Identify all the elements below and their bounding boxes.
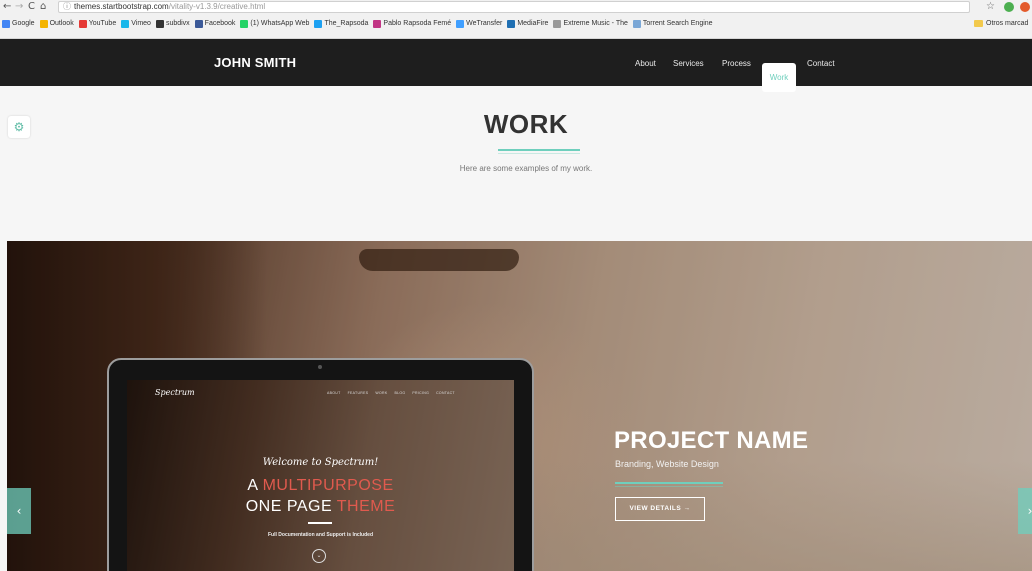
laptop-screen: Spectrum ABOUT FEATURES WORK BLOG PRICIN… (127, 380, 514, 571)
bookmark-item[interactable]: Outlook (39, 19, 74, 28)
mockup-headline-2-b: THEME (336, 498, 396, 515)
bookmark-label: The_Rapsoda (324, 20, 369, 27)
url-host: themes.startbootstrap.com (74, 2, 169, 11)
reload-icon[interactable]: C (28, 0, 35, 13)
bookmark-item[interactable]: Facebook (194, 19, 236, 28)
carousel-next-button[interactable]: › (1018, 488, 1032, 534)
bookmark-label: MediaFire (517, 20, 549, 27)
nav-link-work[interactable]: Work (762, 63, 796, 92)
mockup-headline-1-a: A (247, 477, 263, 494)
project-categories: Branding, Website Design (615, 459, 719, 469)
bookmark-favicon-icon (39, 19, 48, 28)
address-bar[interactable]: ⓘ themes.startbootstrap.com/vitality-v1.3… (58, 1, 970, 13)
bookmark-favicon-icon (632, 19, 641, 28)
carousel-prev-button[interactable]: ‹ (7, 488, 31, 534)
extension-icon[interactable] (1004, 2, 1014, 12)
info-icon[interactable]: ⓘ (63, 2, 71, 11)
bookmark-item[interactable]: YouTube (78, 19, 117, 28)
laptop-camera (318, 365, 322, 369)
mockup-nav-item: FEATURES (347, 391, 369, 395)
bookmark-label: Google (12, 20, 35, 27)
bookmark-favicon-icon (2, 19, 10, 28)
bookmark-favicon-icon (314, 19, 323, 28)
back-arrow-icon[interactable]: ← (3, 0, 11, 13)
mockup-nav-item: WORK (375, 391, 388, 395)
bookmark-favicon-icon (373, 19, 382, 28)
nav-link-services[interactable]: Services (673, 59, 704, 69)
mockup-welcome: Welcome to Spectrum! (262, 457, 379, 468)
mockup-headline-2-a: ONE PAGE (245, 498, 337, 515)
bookmark-favicon-icon (121, 19, 130, 28)
bookmark-label: Extreme Music - The (563, 20, 628, 27)
mockup-nav-item: CONTACT (436, 391, 455, 395)
bookmark-favicon-icon (155, 19, 164, 28)
mockup-nav-item: ABOUT (327, 391, 341, 395)
mockup-nav: ABOUT FEATURES WORK BLOG PRICING CONTACT (327, 391, 462, 396)
nav-link-process[interactable]: Process (722, 59, 751, 69)
title-divider (498, 149, 580, 151)
extension-icon[interactable] (1020, 2, 1030, 12)
bookmark-item[interactable]: MediaFire (507, 19, 548, 28)
bookmark-favicon-icon (78, 19, 87, 28)
bookmark-label: Pablo Rapsoda Femé (383, 20, 452, 27)
url-path: /vitality-v1.3.9/creative.html (168, 2, 266, 11)
bookmark-item[interactable]: subdivx (155, 19, 190, 28)
bookmark-favicon-icon (194, 19, 203, 28)
project-divider (615, 482, 723, 484)
bookmark-item[interactable]: Pablo Rapsoda Femé (373, 19, 451, 28)
nav-link-about[interactable]: About (635, 59, 656, 69)
bookmark-item[interactable]: The_Rapsoda (314, 19, 368, 28)
bookmark-label: YouTube (88, 20, 117, 27)
bookmark-item[interactable]: Extreme Music - The (553, 19, 628, 28)
mockup-divider (308, 522, 332, 524)
bookmark-item[interactable]: Google (2, 19, 35, 28)
laptop-mockup: Spectrum ABOUT FEATURES WORK BLOG PRICIN… (107, 358, 534, 571)
mockup-logo: Spectrum (155, 388, 195, 397)
bookmark-star-icon[interactable]: ☆ (986, 0, 995, 13)
mockup-headline-1-b: MULTIPURPOSE (262, 477, 394, 494)
mockup-nav-item: BLOG (394, 391, 406, 395)
bookmark-label: WeTransfer (466, 20, 503, 27)
bookmark-label: Vimeo (131, 20, 151, 27)
bookmark-label: Outlook (49, 20, 74, 27)
forward-arrow-icon[interactable]: → (15, 0, 23, 13)
section-title: WORK (483, 109, 569, 139)
bookmark-favicon-icon (553, 19, 562, 28)
nav-link-contact[interactable]: Contact (807, 59, 835, 69)
scroll-down-icon: ⌄ (312, 549, 326, 563)
nav-link-work-label: Work (769, 73, 789, 82)
bookmark-item[interactable]: (1) WhatsApp Web (240, 19, 309, 28)
other-bookmarks-folder[interactable]: Otros marcad (974, 19, 1028, 28)
bookmark-label: subdivx (165, 20, 190, 27)
bookmark-label: Torrent Search Engine (642, 20, 713, 27)
mockup-tagline: Full Documentation and Support is Includ… (268, 532, 373, 538)
title-divider-thin (498, 153, 580, 154)
bookmark-item[interactable]: Vimeo (121, 19, 151, 28)
project-name: PROJECT NAME (614, 427, 809, 454)
bookmark-label: (1) WhatsApp Web (250, 20, 310, 27)
view-details-button[interactable]: VIEW DETAILS → (615, 497, 705, 521)
mockup-nav-item: PRICING (412, 391, 430, 395)
bookmark-item[interactable]: WeTransfer (456, 19, 502, 28)
browser-toolbar: ← → C ⌂ ⓘ themes.startbootstrap.com/vital… (0, 0, 1032, 14)
project-divider-thin (615, 486, 723, 487)
site-brand[interactable]: JOHN SMITH (214, 56, 296, 70)
site-navbar: JOHN SMITH About Services Process Contac… (0, 39, 1032, 86)
bookmark-favicon-icon (507, 19, 516, 28)
home-icon[interactable]: ⌂ (40, 0, 46, 13)
mockup-headline-1: A MULTIPURPOSE (127, 476, 514, 496)
bookmark-favicon-icon (240, 19, 249, 28)
section-subtitle: Here are some examples of my work. (459, 164, 593, 173)
bookmark-label: Facebook (204, 20, 236, 27)
bookmark-favicon-icon (456, 19, 465, 28)
mockup-headline-2: ONE PAGE THEME (127, 497, 514, 517)
folder-icon (974, 20, 983, 27)
portfolio-carousel: Spectrum ABOUT FEATURES WORK BLOG PRICIN… (7, 241, 1032, 571)
bookmarks-bar: Google Outlook YouTube Vimeo subdivx Facebook… (0, 14, 1032, 39)
bookmark-item[interactable]: Torrent Search Engine (632, 19, 713, 28)
other-bookmarks-label: Otros marcad (986, 20, 1029, 27)
